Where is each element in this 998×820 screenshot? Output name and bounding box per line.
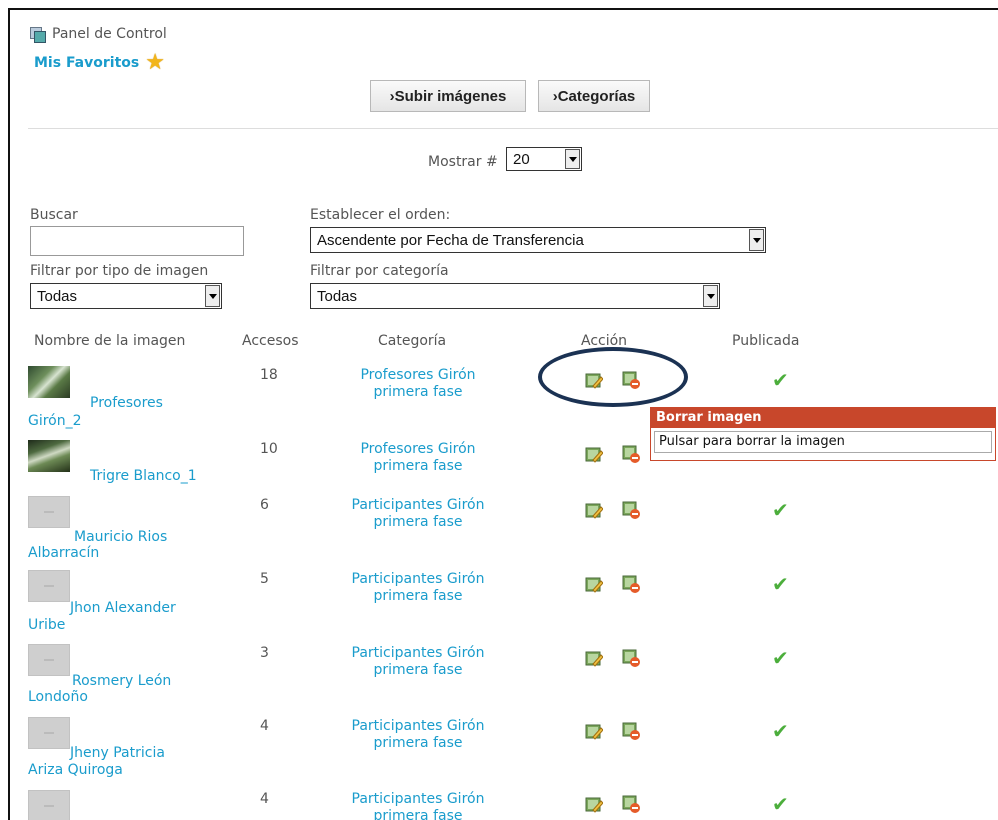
image-name-link-cont[interactable]: Londoño — [28, 687, 88, 707]
chevron-down-icon[interactable] — [205, 285, 220, 307]
accesos-value: 3 — [260, 645, 269, 661]
chevron-down-icon[interactable] — [749, 229, 764, 251]
image-name-link[interactable]: Jhon Alexander — [70, 598, 176, 618]
table-row: 4 Participantes Girón primera fase ✔ — [28, 790, 968, 820]
header-accesos[interactable]: Accesos — [242, 333, 299, 349]
edit-image-icon[interactable] — [585, 649, 603, 667]
accesos-value: 5 — [260, 571, 269, 587]
table-row: Rosmery León Londoño 3 Participantes Gir… — [28, 644, 968, 714]
table-row: Jhon Alexander Uribe 5 Participantes Gir… — [28, 570, 968, 640]
image-name-link-cont[interactable]: Uribe — [28, 615, 65, 635]
tipo-select-value: Todas — [37, 287, 78, 305]
image-name-link-cont[interactable]: Ariza Quiroga — [28, 760, 123, 780]
check-icon[interactable]: ✔ — [772, 792, 789, 816]
edit-image-icon[interactable] — [585, 795, 603, 813]
table-row: Mauricio Rios Albarracín 6 Participantes… — [28, 496, 968, 566]
accesos-value: 6 — [260, 497, 269, 513]
divider — [28, 128, 998, 129]
orden-label: Establecer el orden: — [310, 207, 451, 223]
star-icon: ★ — [145, 50, 165, 75]
chevron-down-icon[interactable] — [565, 149, 580, 169]
header-categoria[interactable]: Categoría — [378, 333, 446, 349]
image-thumbnail[interactable] — [28, 644, 70, 676]
header-nombre[interactable]: Nombre de la imagen — [34, 333, 185, 349]
tooltip-body: Pulsar para borrar la imagen — [654, 431, 992, 453]
delete-tooltip: Borrar imagen Pulsar para borrar la imag… — [650, 407, 996, 461]
orden-select[interactable]: Ascendente por Fecha de Transferencia — [310, 227, 766, 253]
panel-control-icon — [30, 27, 46, 43]
edit-image-icon[interactable] — [585, 445, 603, 463]
category-link[interactable]: Profesores Girón primera fase — [328, 367, 508, 401]
tooltip-title: Borrar imagen — [651, 408, 995, 428]
delete-image-icon[interactable] — [622, 501, 640, 519]
buscar-label: Buscar — [30, 207, 78, 223]
mis-favoritos-link[interactable]: Mis Favoritos ★ — [34, 52, 165, 74]
categories-button[interactable]: ›Categorías — [538, 80, 650, 112]
image-thumbnail[interactable] — [28, 366, 70, 398]
image-thumbnail[interactable] — [28, 790, 70, 820]
image-name-link[interactable]: Trigre Blanco_1 — [90, 466, 197, 486]
upload-images-button[interactable]: ›Subir imágenes — [370, 80, 526, 112]
check-icon[interactable]: ✔ — [772, 572, 789, 596]
accesos-value: 18 — [260, 367, 278, 383]
category-link[interactable]: Participantes Girón primera fase — [328, 497, 508, 531]
mostrar-label: Mostrar # — [428, 154, 498, 170]
tipo-label: Filtrar por tipo de imagen — [30, 263, 209, 279]
table-row: Jheny Patricia Ariza Quiroga 4 Participa… — [28, 717, 968, 787]
image-name-link[interactable]: Profesores — [90, 393, 163, 413]
mostrar-select-value: 20 — [513, 150, 530, 168]
category-link[interactable]: Profesores Girón primera fase — [328, 441, 508, 475]
delete-image-icon[interactable] — [622, 722, 640, 740]
delete-image-icon[interactable] — [622, 445, 640, 463]
check-icon[interactable]: ✔ — [772, 719, 789, 743]
edit-image-icon[interactable] — [585, 501, 603, 519]
delete-image-icon[interactable] — [622, 795, 640, 813]
check-icon[interactable]: ✔ — [772, 498, 789, 522]
mostrar-select[interactable]: 20 — [506, 147, 582, 171]
accesos-value: 4 — [260, 791, 269, 807]
panel-control-label: Panel de Control — [52, 26, 167, 42]
orden-select-value: Ascendente por Fecha de Transferencia — [317, 231, 584, 249]
mis-favoritos-label: Mis Favoritos — [34, 55, 140, 71]
edit-image-icon[interactable] — [585, 575, 603, 593]
image-thumbnail[interactable] — [28, 440, 70, 472]
delete-image-icon[interactable] — [622, 575, 640, 593]
header-publicada[interactable]: Publicada — [732, 333, 799, 349]
delete-image-icon[interactable] — [622, 649, 640, 667]
categoria-select[interactable]: Todas — [310, 283, 720, 309]
category-link[interactable]: Participantes Girón primera fase — [328, 645, 508, 679]
image-thumbnail[interactable] — [28, 717, 70, 749]
categoria-filter-label: Filtrar por categoría — [310, 263, 449, 279]
tipo-select[interactable]: Todas — [30, 283, 222, 309]
check-icon[interactable]: ✔ — [772, 646, 789, 670]
edit-image-icon[interactable] — [585, 722, 603, 740]
accesos-value: 10 — [260, 441, 278, 457]
panel-control-link[interactable]: Panel de Control — [30, 25, 167, 43]
accesos-value: 4 — [260, 718, 269, 734]
category-link[interactable]: Participantes Girón primera fase — [328, 718, 508, 752]
check-icon[interactable]: ✔ — [772, 368, 789, 392]
highlight-ellipse — [538, 347, 688, 407]
image-thumbnail[interactable] — [28, 570, 70, 602]
buscar-input[interactable] — [30, 226, 244, 256]
image-name-link-cont[interactable]: Girón_2 — [28, 411, 82, 431]
categoria-select-value: Todas — [317, 287, 358, 305]
category-link[interactable]: Participantes Girón primera fase — [328, 791, 508, 820]
chevron-down-icon[interactable] — [703, 285, 718, 307]
category-link[interactable]: Participantes Girón primera fase — [328, 571, 508, 605]
image-name-link-cont[interactable]: Albarracín — [28, 543, 99, 563]
image-thumbnail[interactable] — [28, 496, 70, 528]
